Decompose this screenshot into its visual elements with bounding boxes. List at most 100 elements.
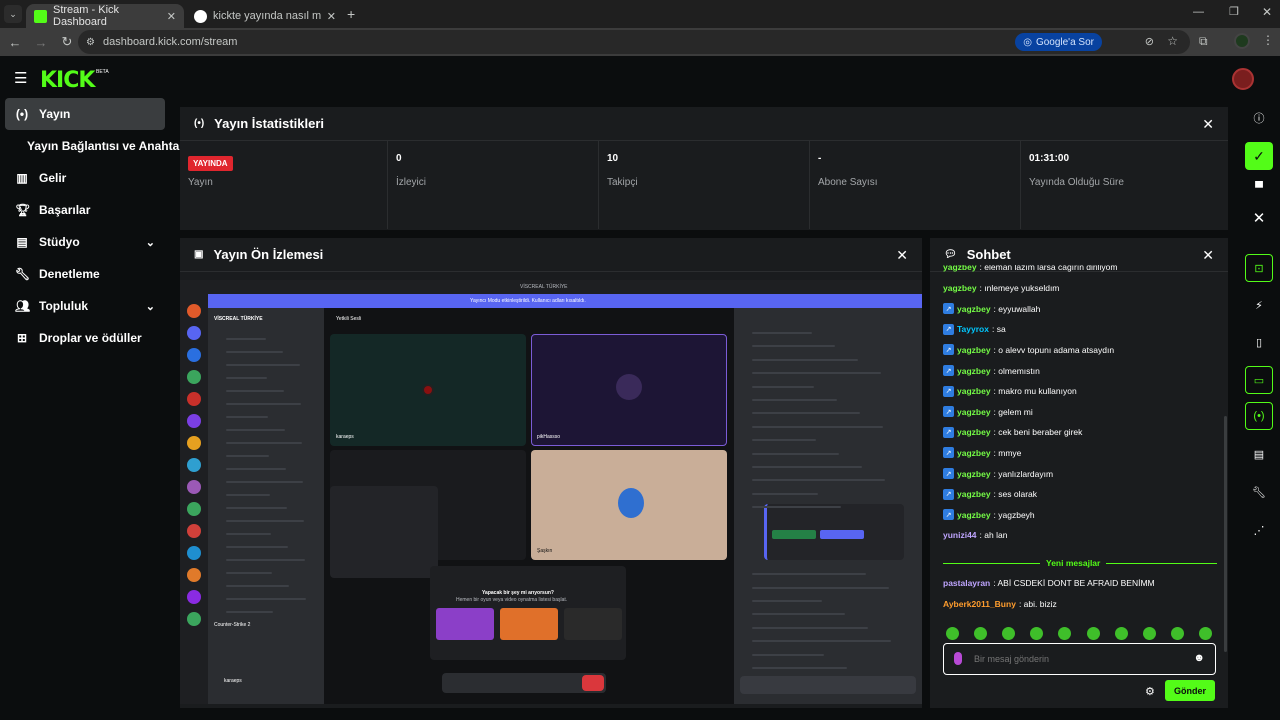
- sidebar-item-yayin[interactable]: (•) Yayın: [5, 98, 165, 130]
- close-window-icon[interactable]: ✕: [1262, 5, 1272, 19]
- emote-icon[interactable]: [1058, 627, 1071, 640]
- emote-icon[interactable]: [946, 627, 959, 640]
- extensions-icon[interactable]: ⧉: [1199, 34, 1208, 49]
- sidebar-item-basarilar[interactable]: 🏆︎ Başarılar: [5, 194, 165, 226]
- chat-message: yunizi44: ah lan: [943, 530, 1007, 540]
- emote-icon[interactable]: [1143, 627, 1156, 640]
- close-icon[interactable]: ✕: [1202, 247, 1214, 264]
- chat-username[interactable]: Ayberk2011_Buny: [943, 599, 1016, 609]
- site-info-icon[interactable]: ⚙: [86, 37, 95, 48]
- chat-username[interactable]: yagzbey: [957, 469, 991, 479]
- share-icon[interactable]: ⋰: [1245, 516, 1273, 544]
- chat-username[interactable]: yagzbey: [957, 427, 991, 437]
- chat-username[interactable]: yagzbey: [957, 489, 991, 499]
- emoji-icon[interactable]: ☻: [1193, 652, 1205, 664]
- chat-username[interactable]: yagzbey: [957, 407, 991, 417]
- sidebar-item-topluluk[interactable]: 👥︎ Topluluk ⌄: [5, 290, 165, 322]
- sidebar-item-studyo[interactable]: ▤ Stüdyo ⌄: [5, 226, 165, 258]
- channel-list-line: [226, 598, 306, 600]
- chat-message-input[interactable]: [974, 650, 1174, 668]
- sub-badge-icon: ↗: [943, 509, 954, 521]
- community-icon: 👥︎: [15, 299, 31, 313]
- tab-google-search[interactable]: kickte yayında nasıl moderatör ✕: [186, 4, 344, 28]
- chat-username[interactable]: yagzbey: [943, 283, 977, 293]
- emote-icon[interactable]: [1002, 627, 1015, 640]
- lightning-icon[interactable]: ⚡︎: [1245, 291, 1273, 319]
- sidebar-item-stream-key[interactable]: Yayın Bağlantısı ve Anahtarı: [5, 130, 187, 162]
- live-badge: YAYINDA: [188, 156, 233, 171]
- document-icon[interactable]: ▯: [1245, 328, 1273, 356]
- eye-off-icon[interactable]: ⊘: [1145, 35, 1154, 48]
- chat-username[interactable]: yagzbey: [957, 448, 991, 458]
- chat-username[interactable]: yagzbey: [957, 386, 991, 396]
- chat-username[interactable]: pastalayran: [943, 578, 990, 588]
- server-title: VİSCREAL TÜRKİYE: [520, 284, 568, 290]
- chat-scrollbar[interactable]: [1224, 416, 1227, 652]
- user-avatar[interactable]: [1232, 68, 1254, 90]
- close-icon[interactable]: ✕: [1202, 116, 1214, 133]
- chat-username[interactable]: yunizi44: [943, 530, 977, 540]
- check-icon[interactable]: ✓: [1245, 142, 1273, 170]
- chat-username[interactable]: yagzbey: [943, 265, 977, 272]
- google-ask-button[interactable]: ◎ Google'a Sor: [1015, 33, 1102, 51]
- profile-avatar[interactable]: [1234, 33, 1250, 49]
- chat-input-box[interactable]: ☻: [943, 643, 1216, 675]
- server-icon: [187, 304, 201, 318]
- chat-username[interactable]: yagzbey: [957, 510, 991, 520]
- bookmark-star-icon[interactable]: ☆: [1167, 34, 1178, 48]
- new-tab-button[interactable]: +: [347, 6, 355, 22]
- mic-icon[interactable]: [954, 652, 962, 665]
- preview-title: Yayın Ön İzlemesi: [213, 247, 324, 262]
- hamburger-menu-icon[interactable]: ☰: [14, 69, 27, 87]
- emote-icon[interactable]: [974, 627, 987, 640]
- browser-menu-icon[interactable]: ⋮: [1262, 33, 1274, 47]
- forward-icon[interactable]: →: [30, 31, 52, 53]
- camera-focus-icon[interactable]: ⊡: [1245, 254, 1273, 282]
- broadcast-icon[interactable]: (•): [1245, 402, 1273, 430]
- chevron-down-icon[interactable]: ⌄: [146, 300, 155, 313]
- stat-label: İzleyici: [396, 177, 427, 188]
- chat-message-text: : abi. biziz: [1018, 599, 1057, 609]
- send-button[interactable]: Gönder: [1165, 680, 1215, 701]
- emote-icon[interactable]: [1171, 627, 1184, 640]
- emote-icon[interactable]: [1087, 627, 1100, 640]
- layout-icon[interactable]: ▀: [1245, 174, 1273, 202]
- learn-more-button: [820, 530, 864, 539]
- chat-username[interactable]: yagzbey: [957, 345, 991, 355]
- emote-icon[interactable]: [1199, 627, 1212, 640]
- sidebar-item-denetleme[interactable]: 🔧︎ Denetleme: [5, 258, 165, 290]
- sub-badge-icon: ↗: [943, 323, 954, 335]
- chat-message-text: : o alevv topunı adama atsaydın: [993, 344, 1115, 355]
- back-icon[interactable]: ←: [4, 31, 26, 53]
- sidebar-item-gelir[interactable]: ▥ Gelir: [5, 162, 165, 194]
- chat-message: pastalayran: ABİ CSDEKİ DONT BE AFRAID B…: [943, 578, 1155, 588]
- kick-logo[interactable]: KICK: [40, 68, 95, 93]
- tab-search-button[interactable]: ⌄: [4, 5, 22, 23]
- minimize-window-icon[interactable]: —: [1193, 6, 1204, 18]
- tab-kick-dashboard[interactable]: Stream - Kick Dashboard ✕: [26, 4, 184, 28]
- close-tab-icon[interactable]: ✕: [327, 10, 336, 23]
- chevron-down-icon[interactable]: ⌄: [146, 236, 155, 249]
- close-tab-icon[interactable]: ✕: [167, 10, 176, 23]
- chat-username[interactable]: Tayyrox: [957, 324, 989, 334]
- reload-icon[interactable]: ↻: [56, 31, 78, 53]
- chat-username[interactable]: yagzbey: [957, 304, 991, 314]
- wrench-icon[interactable]: 🔧︎: [1245, 478, 1273, 506]
- tile-avatar: [616, 374, 642, 400]
- info-icon[interactable]: ⓘ: [1245, 104, 1273, 132]
- stream-preview-video[interactable]: VİSCREAL TÜRKİYE VİSCREAL TÜRKİYE Counte…: [180, 280, 922, 704]
- sidebar-item-droplar[interactable]: ⊞ Droplar ve ödüller: [5, 322, 165, 354]
- address-bar[interactable]: ⚙ dashboard.kick.com/stream ◎ Google'a S…: [78, 30, 1190, 54]
- chat-settings-icon[interactable]: ⚙: [1145, 685, 1155, 698]
- chat-icon[interactable]: ▭: [1245, 366, 1273, 394]
- restore-window-icon[interactable]: ❐: [1229, 5, 1239, 18]
- emote-icon[interactable]: [1115, 627, 1128, 640]
- close-icon[interactable]: ✕: [896, 247, 908, 264]
- banner-text: Yayıncı Modu etkinleştirildi. Kullanıcı …: [470, 298, 586, 304]
- channel-list-line: [226, 377, 267, 379]
- close-icon[interactable]: ✕: [1245, 204, 1273, 232]
- server-icon: [187, 436, 201, 450]
- printer-icon[interactable]: ▤: [1245, 440, 1273, 468]
- emote-icon[interactable]: [1030, 627, 1043, 640]
- chat-username[interactable]: yagzbey: [957, 366, 991, 376]
